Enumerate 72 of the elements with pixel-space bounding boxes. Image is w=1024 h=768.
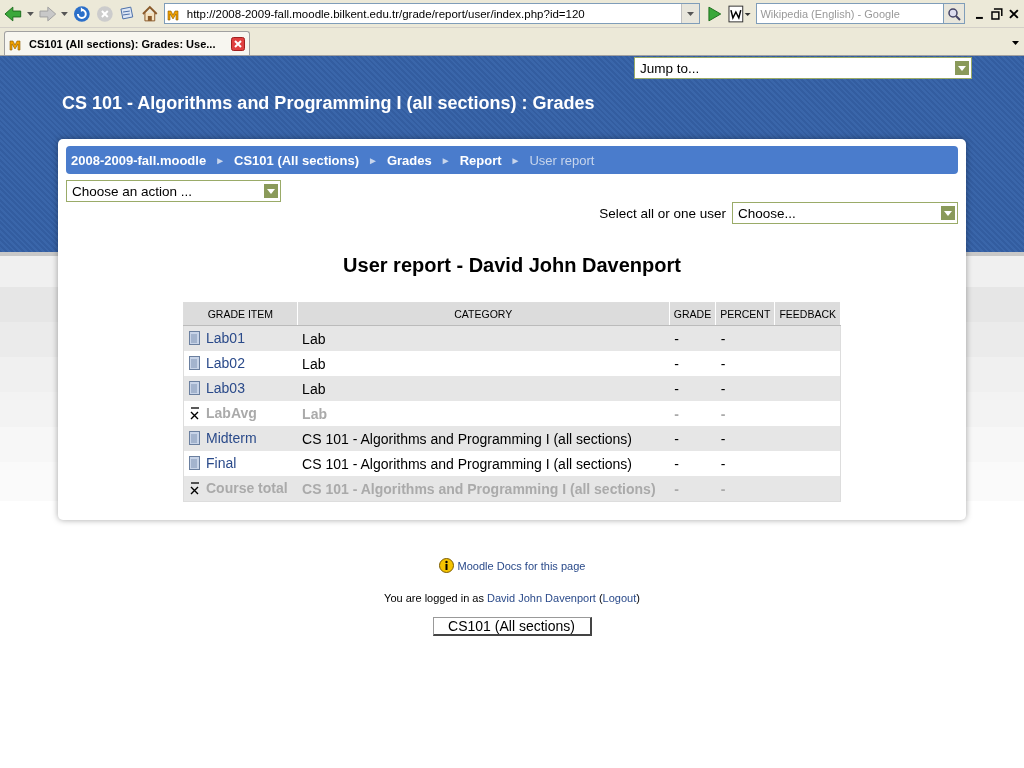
percent-cell: - [715, 426, 775, 451]
close-icon[interactable] [231, 36, 245, 51]
reload-icon[interactable] [73, 4, 91, 23]
category-cell: CS 101 - Algorithms and Programming I (all sections) [297, 476, 670, 502]
restore-icon[interactable] [991, 7, 1004, 20]
column-header: PERCENT [715, 302, 775, 326]
percent-cell: - [715, 451, 775, 476]
logout-link[interactable]: Logout [602, 592, 637, 604]
browser-tab[interactable]: CS101 (All sections): Grades: Use... [4, 31, 250, 55]
tab-title: CS101 (All sections): Grades: Use... [29, 37, 217, 50]
grade-cell: - [669, 376, 716, 401]
dropdown-button[interactable] [681, 4, 700, 23]
grade-item-link[interactable]: Lab02 [206, 354, 245, 371]
search-button[interactable] [942, 3, 965, 24]
report-title: User report - David John Davenport [342, 254, 682, 278]
caret-icon[interactable] [687, 11, 695, 16]
separator-icon: ► [368, 154, 378, 166]
caret-icon [264, 184, 278, 198]
percent-cell: - [715, 376, 775, 401]
percent-cell: - [715, 351, 775, 376]
caret-icon[interactable] [26, 11, 34, 16]
grade-cell: - [669, 451, 716, 476]
column-header: GRADE [669, 302, 716, 326]
user-select[interactable]: Choose... [732, 202, 958, 224]
percent-cell: - [715, 476, 775, 502]
course-title: CS 101 - Algorithms and Programming I (all sections) : Grades [62, 93, 596, 115]
search-field[interactable]: Wikipedia (English) - Google [756, 3, 943, 24]
separator-icon: ► [215, 154, 226, 166]
breadcrumb-link[interactable]: Report [459, 152, 502, 168]
jump-to-select[interactable]: Jump to... [634, 57, 972, 79]
grade-cell: - [669, 401, 716, 426]
back-icon[interactable] [4, 4, 22, 23]
category-cell: Lab [297, 351, 670, 376]
column-header: CATEGORY [297, 302, 670, 326]
caret-icon[interactable] [1011, 41, 1019, 45]
percent-cell: - [715, 401, 775, 426]
user-link[interactable]: David John Davenport [487, 592, 596, 604]
grade-item-name: Course total [206, 479, 288, 496]
search-engine-icon[interactable] [727, 4, 752, 23]
breadcrumb-link[interactable]: 2008-2009-fall.moodle [71, 152, 207, 168]
grade-item-link[interactable]: Final [206, 454, 237, 471]
category-cell: Lab [297, 325, 670, 351]
caret-icon [955, 61, 969, 75]
grade-cell: - [669, 476, 716, 502]
address-field[interactable]: http://2008-2009-fall.moodle.bilkent.edu.tr/grade/report/user/index.php?id=120 [163, 3, 701, 24]
info-icon [438, 558, 454, 573]
separator-icon: ► [440, 154, 451, 166]
caret-icon[interactable] [61, 11, 69, 16]
breadcrumb-link[interactable]: Grades [386, 152, 432, 168]
category-cell: CS 101 - Algorithms and Programming I (all sections) [297, 451, 670, 476]
action-select[interactable]: Choose an action ... [66, 180, 281, 202]
grade-cell: - [669, 351, 716, 376]
column-header: GRADE ITEM [183, 302, 298, 326]
breadcrumb-link[interactable]: CS101 (All sections) [234, 152, 360, 168]
login-info: You are logged in as David John Davenport (Logout) [384, 592, 640, 604]
grade-cell: - [669, 426, 716, 451]
category-cell: Lab [297, 401, 670, 426]
caret-icon [941, 206, 955, 220]
grade-item-name: LabAvg [206, 404, 257, 421]
home-icon[interactable] [141, 4, 159, 23]
user-select-label: Select all or one user [599, 205, 726, 221]
docs-link[interactable]: Moodle Docs for this page [457, 559, 586, 572]
breadcrumb-current: User report [529, 152, 595, 168]
close-icon[interactable] [1008, 7, 1020, 20]
separator-icon: ► [510, 154, 521, 166]
grade-cell: - [669, 325, 716, 351]
url-text: http://2008-2009-fall.moodle.bilkent.edu.tr/grade/report/user/index.php?id=120 [186, 7, 586, 20]
category-cell: CS 101 - Algorithms and Programming I (all sections) [297, 426, 670, 451]
category-cell: Lab [297, 376, 670, 401]
course-button[interactable]: CS101 (All sections) [432, 617, 592, 636]
go-icon[interactable] [705, 4, 723, 23]
column-header: FEEDBACK [774, 302, 841, 326]
